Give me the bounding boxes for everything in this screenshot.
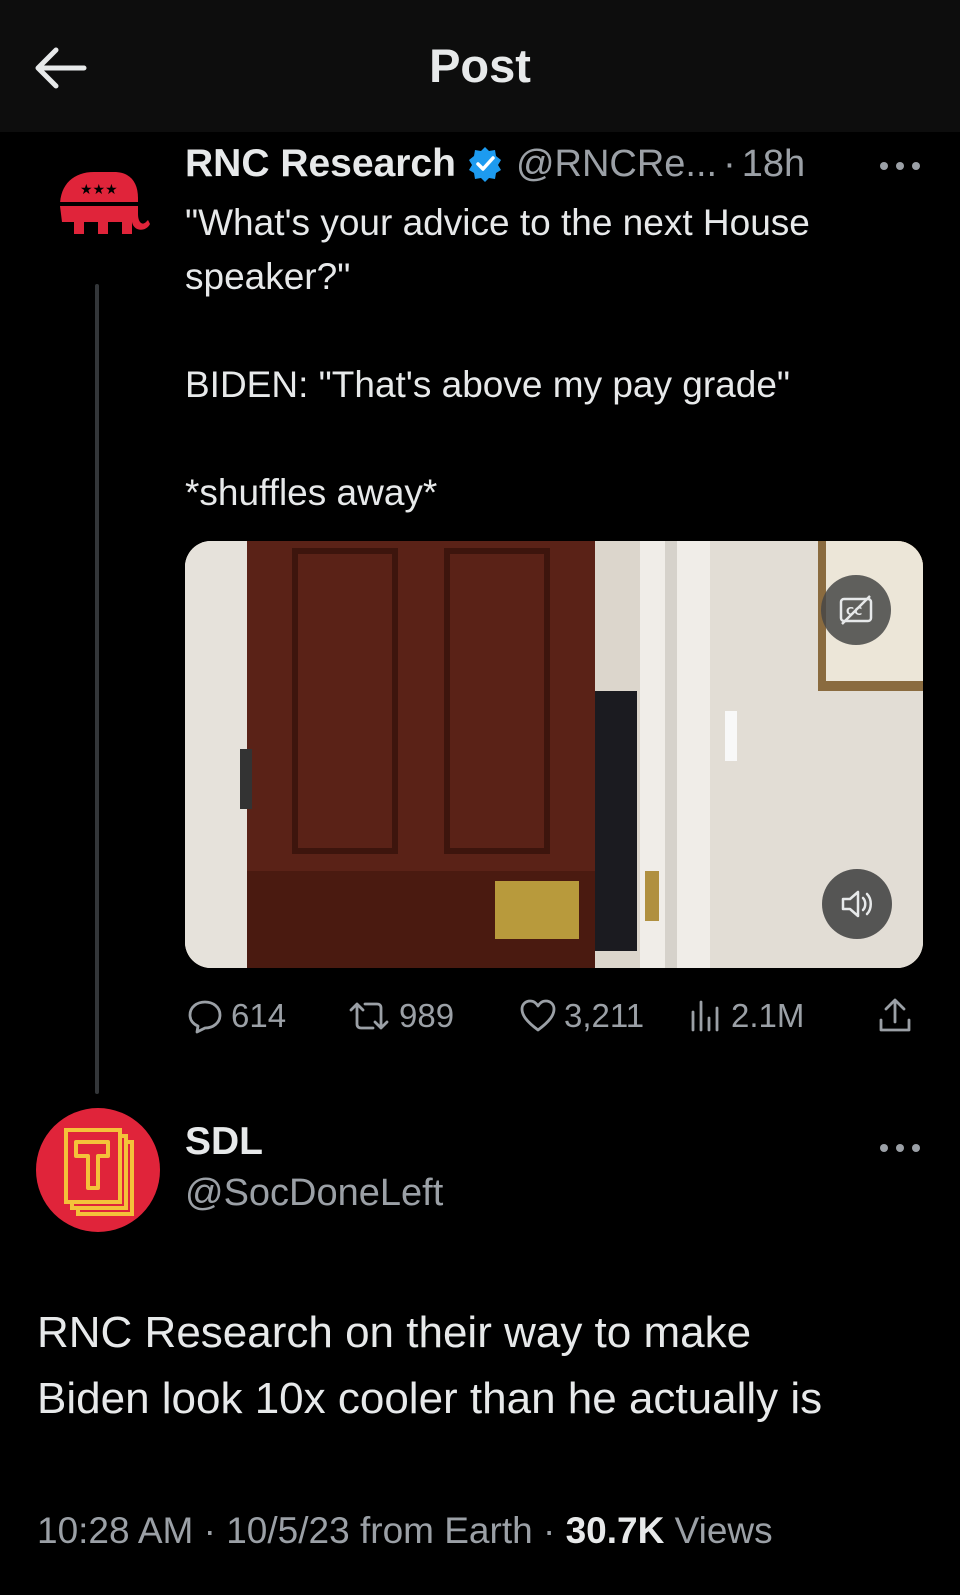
speaker-icon [841,890,872,918]
more-options-button[interactable] [874,146,926,186]
video-player[interactable]: CC [185,541,923,968]
svg-text:★★★: ★★★ [80,182,118,198]
post-text-line: BIDEN: "That's above my pay grade" [185,364,791,405]
original-post[interactable]: RNC Research @RNCRe... · 18h "What's you… [185,138,925,520]
reply-author-handle[interactable]: @SocDoneLeft [185,1172,443,1215]
author-name[interactable]: RNC Research [185,142,456,186]
like-count: 3,211 [564,997,645,1034]
volume-button[interactable] [822,869,892,939]
share-upload-icon [879,998,911,1032]
repost-button[interactable]: 989 [345,990,454,1042]
heart-icon [520,999,556,1032]
reply-count: 614 [231,997,287,1034]
repost-icon [349,1002,389,1030]
reply-button[interactable]: 614 [185,990,286,1042]
sdl-avatar[interactable] [36,1108,160,1232]
post-meta: RNC Research @RNCRe... · 18h [185,138,925,190]
more-dots-icon [880,162,920,170]
timestamp-date[interactable]: 10/5/23 [226,1510,349,1551]
post-source: from Earth [359,1510,533,1551]
views-count[interactable]: 30.7K [566,1510,665,1551]
views-label: Views [674,1510,773,1551]
post-text-line: "What's your advice to the next House sp… [185,202,810,297]
more-dots-icon [880,1144,920,1152]
repost-count: 989 [399,997,455,1034]
rnc-research-avatar[interactable]: ★★★ [38,142,158,262]
post-text-line: *shuffles away* [185,472,438,513]
reply-bubble-icon [188,1000,222,1034]
meta-separator: · [542,1510,556,1551]
like-button[interactable]: 3,211 [518,990,644,1042]
captions-button[interactable]: CC [821,575,891,645]
video-frame [185,541,923,968]
reply-text-line: RNC Research on their way to make [37,1308,752,1357]
share-button[interactable] [875,990,921,1042]
meta-separator: · [723,142,736,185]
reply-author-name[interactable]: SDL [185,1120,263,1164]
thread-connector-line [95,284,99,1094]
meta-separator: · [203,1510,216,1551]
top-bar: Post [0,0,960,132]
reply-text: RNC Research on their way to make Biden … [37,1300,937,1432]
book-hammer-logo-icon [64,1128,134,1216]
timestamp-time[interactable]: 10:28 AM [37,1510,193,1551]
page-title: Post [429,39,531,92]
analytics-bars-icon [691,1000,719,1032]
author-handle[interactable]: @RNCRe... [516,143,717,186]
post-text: "What's your advice to the next House sp… [185,196,925,520]
captions-off-icon: CC [839,595,873,625]
rnc-elephant-logo-icon: ★★★ [60,172,150,234]
reply-more-options-button[interactable] [874,1128,926,1168]
view-count: 2.1M [731,997,805,1034]
reply-text-line: Biden look 10x cooler than he actually i… [37,1374,823,1423]
post-actions: 614 989 3,211 2.1M [185,990,925,1042]
post-time[interactable]: 18h [742,143,805,186]
views-button[interactable]: 2.1M [685,990,804,1042]
verified-badge-icon [468,147,501,182]
post-timestamp-meta: 10:28 AM · 10/5/23 from Earth · 30.7K Vi… [37,1510,773,1552]
